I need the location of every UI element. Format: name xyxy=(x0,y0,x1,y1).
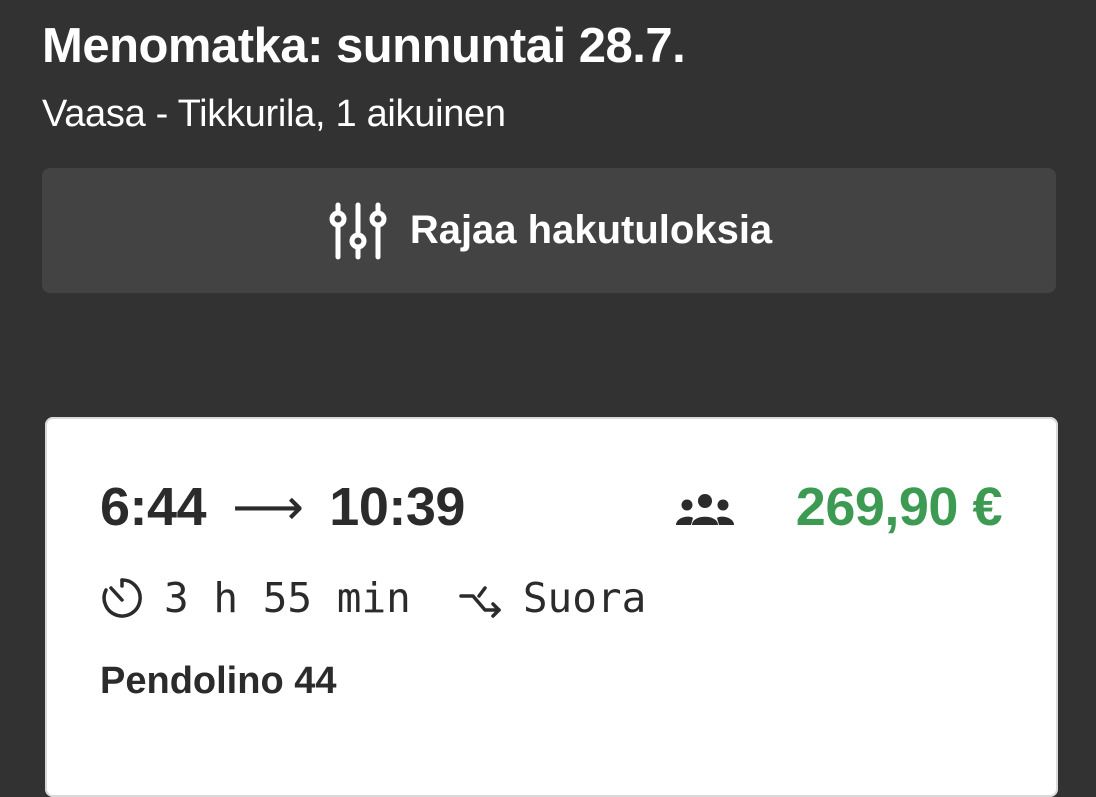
arrival-time: 10:39 xyxy=(329,477,465,537)
train-name: Pendolino 44 xyxy=(100,660,337,702)
journey-info: 3 h 55 min Suora xyxy=(100,573,646,623)
filter-button-label: Rajaa hakutuloksia xyxy=(409,208,773,252)
duration: 3 h 55 min xyxy=(164,574,411,622)
direct-route-icon xyxy=(459,576,503,620)
timer-icon xyxy=(100,576,144,620)
journey-result-card[interactable]: 6:44 ⟶ 10:39 269,90 € 3 h 55 min Suora P… xyxy=(45,417,1058,797)
sliders-icon xyxy=(326,199,390,263)
page-title: Menomatka: sunnuntai 28.7. xyxy=(42,19,686,73)
group-icon xyxy=(675,493,735,527)
departure-time: 6:44 xyxy=(100,477,207,537)
route-subtitle: Vaasa - Tikkurila, 1 aikuinen xyxy=(42,93,506,135)
arrow-right-icon: ⟶ xyxy=(232,479,304,535)
connection-type: Suora xyxy=(522,574,647,622)
journey-times: 6:44 ⟶ 10:39 xyxy=(100,475,465,539)
price: 269,90 € xyxy=(795,477,1003,537)
filter-results-button[interactable]: Rajaa hakutuloksia xyxy=(42,168,1056,293)
